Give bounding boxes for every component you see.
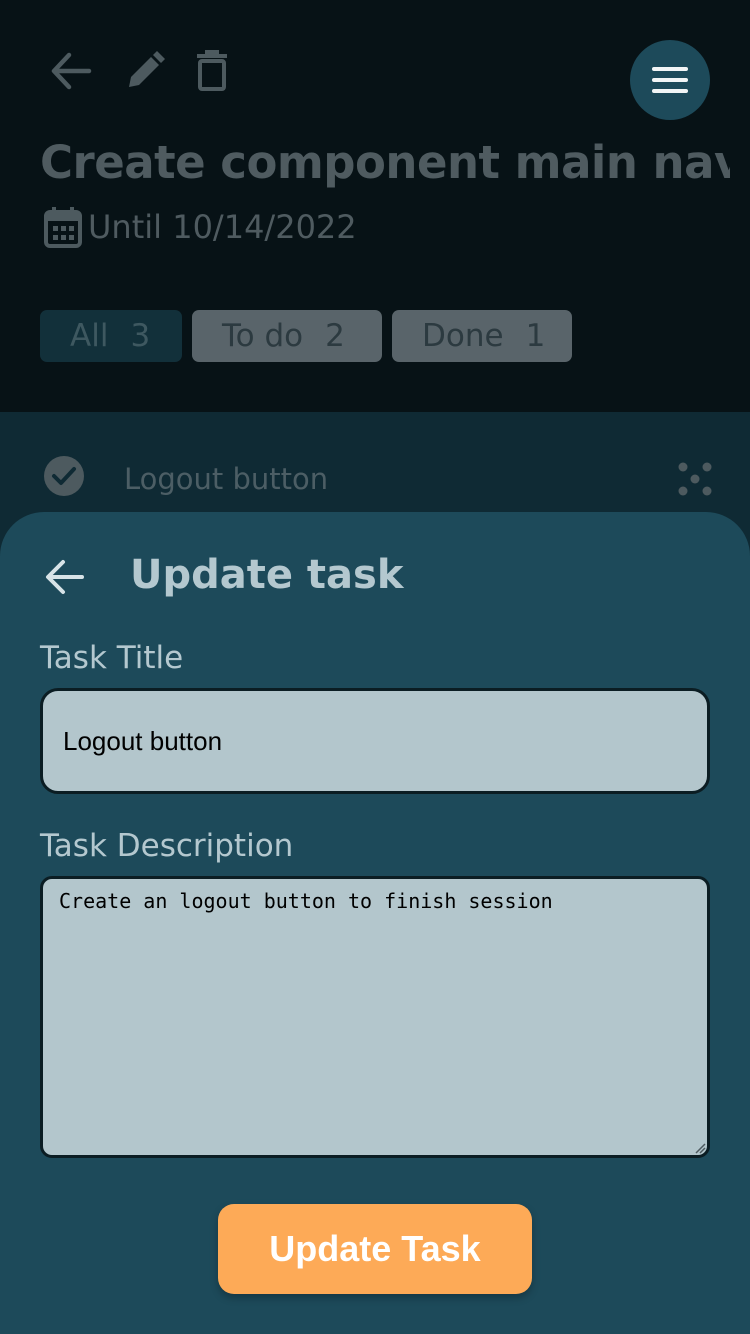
due-date: Until 10/14/2022	[44, 206, 357, 248]
tab-all[interactable]: All 3	[40, 310, 182, 362]
update-task-button[interactable]: Update Task	[218, 1204, 532, 1294]
resize-grip-icon[interactable]	[694, 1142, 706, 1154]
tab-done[interactable]: Done 1	[392, 310, 572, 362]
page-title: Create component main nav	[40, 136, 730, 189]
menu-icon-bar	[652, 89, 688, 93]
pencil-icon[interactable]	[122, 48, 168, 94]
calendar-icon	[44, 207, 82, 248]
tab-count: 2	[325, 318, 345, 354]
due-date-text: Until 10/14/2022	[88, 208, 357, 246]
task-description-label: Task Description	[40, 828, 294, 864]
menu-icon-bar	[652, 78, 688, 82]
tab-label: To do	[222, 318, 304, 354]
task-title-label: Task Title	[40, 640, 184, 676]
sheet-title: Update task	[130, 552, 404, 598]
menu-button[interactable]	[630, 40, 710, 120]
trash-icon[interactable]	[190, 46, 234, 94]
check-circle-icon[interactable]	[44, 456, 84, 496]
task-title: Logout button	[124, 462, 329, 496]
filter-tabs: All 3 To do 2 Done 1	[40, 310, 572, 362]
task-description-textarea[interactable]: Create an logout button to finish sessio…	[40, 876, 710, 1158]
back-arrow-icon[interactable]	[44, 556, 86, 598]
menu-icon-bar	[652, 67, 688, 71]
back-icon[interactable]	[48, 48, 94, 94]
list-item[interactable]	[0, 412, 750, 512]
tab-label: All	[70, 318, 109, 354]
tab-count: 1	[525, 318, 546, 354]
drag-handle-icon[interactable]	[678, 462, 712, 496]
task-title-input[interactable]	[40, 688, 710, 794]
tab-todo[interactable]: To do 2	[192, 310, 382, 362]
tab-label: Done	[422, 318, 504, 354]
tab-count: 3	[130, 318, 151, 354]
